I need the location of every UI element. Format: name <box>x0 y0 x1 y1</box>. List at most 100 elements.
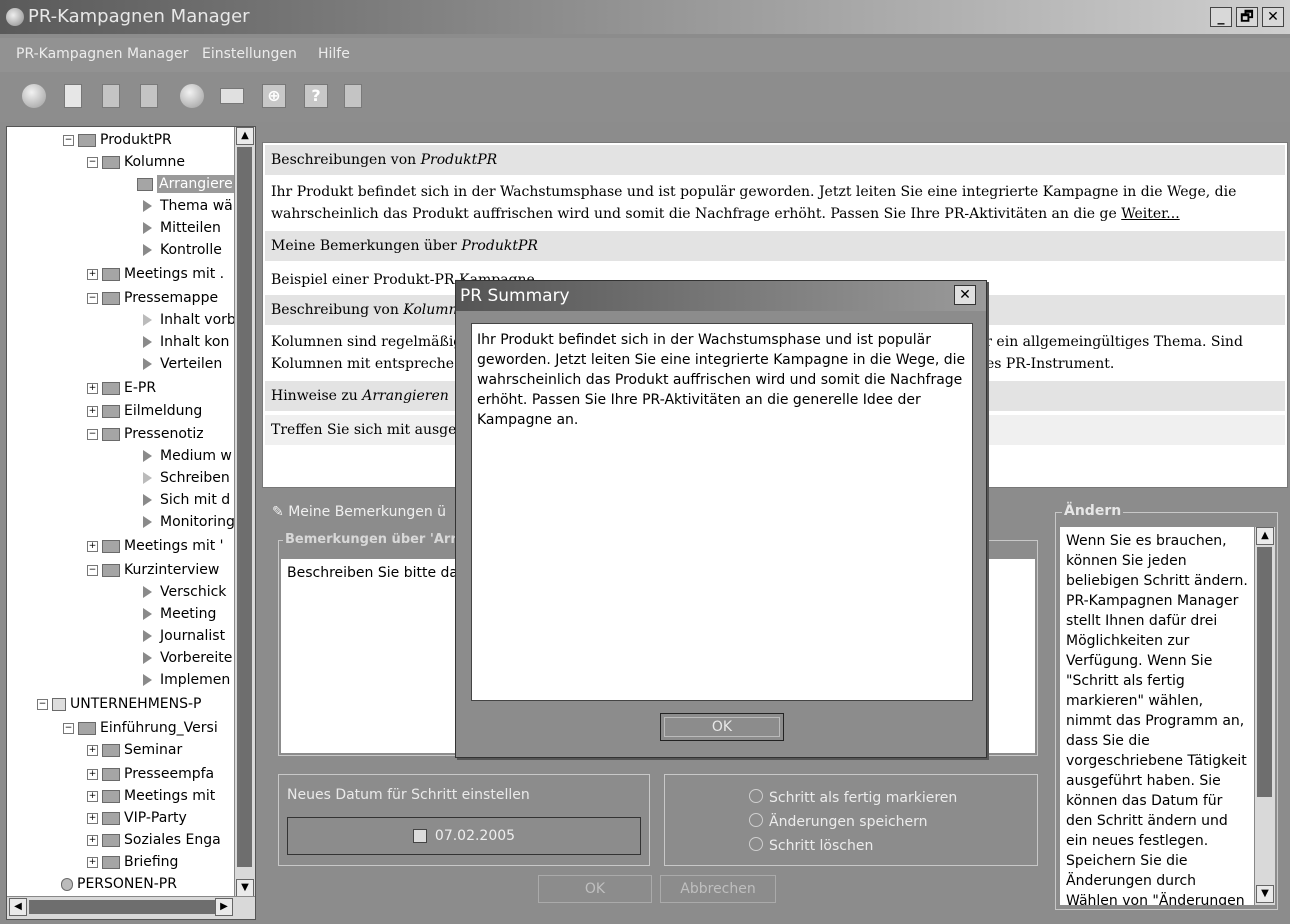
expand-icon[interactable]: + <box>87 382 98 394</box>
new-document-icon[interactable] <box>64 84 82 108</box>
close-button[interactable]: ✕ <box>1262 7 1284 27</box>
menu-pr-kampagnen-manager[interactable]: PR-Kampagnen Manager <box>16 46 188 62</box>
tree-node[interactable]: Inhalt kon <box>139 331 229 353</box>
tree-node-selected[interactable]: Arrangiere <box>137 173 235 195</box>
tree-node[interactable]: Meeting <box>139 603 216 625</box>
network-icon[interactable]: ⊕ <box>262 84 286 108</box>
tree-vertical-scrollbar[interactable]: ▲ ▼ <box>234 127 255 897</box>
folder-icon <box>102 767 120 781</box>
folder-icon <box>102 267 120 281</box>
expand-icon[interactable]: + <box>87 768 98 780</box>
tree-node[interactable]: Verschick <box>139 581 226 603</box>
collapse-icon[interactable]: − <box>87 428 98 440</box>
tree-node[interactable]: + Meetings mit <box>87 785 215 807</box>
tree-node[interactable]: Vorbereite <box>139 647 232 669</box>
pr-summary-dialog: PR Summary ✕ Ihr Produkt befindet sich i… <box>455 280 987 758</box>
tree-node[interactable]: Mitteilen <box>139 217 221 239</box>
radio-mark-done[interactable]: Schritt als fertig markieren <box>749 789 957 806</box>
menu-einstellungen[interactable]: Einstellungen <box>202 46 297 62</box>
step-icon <box>143 608 152 620</box>
date-picker-button[interactable]: 07.02.2005 <box>287 817 641 855</box>
tree-node[interactable]: − UNTERNEHMENS-P <box>37 693 201 715</box>
tree-node[interactable]: Implemen <box>139 669 230 691</box>
tree-node[interactable]: Inhalt vorb <box>139 309 236 331</box>
step-icon <box>143 450 152 462</box>
expand-icon[interactable]: + <box>87 834 98 846</box>
tree-node[interactable]: Sich mit d <box>139 489 230 511</box>
radio-delete-step[interactable]: Schritt löschen <box>749 837 873 854</box>
collapse-icon[interactable]: − <box>63 722 74 734</box>
scroll-thumb[interactable] <box>237 147 252 867</box>
scroll-right-button[interactable]: ▶ <box>215 898 233 916</box>
step-icon <box>143 222 152 234</box>
cancel-button[interactable]: Abbrechen <box>660 875 776 903</box>
tree-node[interactable]: + Presseempfa <box>87 763 214 785</box>
tree-node[interactable]: + Eilmeldung <box>87 400 202 422</box>
tree-node[interactable]: + Meetings mit . <box>87 263 224 285</box>
tree-node[interactable]: Kontrolle <box>139 239 222 261</box>
tree-node[interactable]: + Briefing <box>87 851 178 873</box>
expand-icon[interactable]: + <box>87 790 98 802</box>
minimize-button[interactable]: _ <box>1210 7 1232 27</box>
notes-header[interactable]: Meine Bemerkungen über ProduktPR <box>265 231 1285 261</box>
tree-node[interactable]: Journalist <box>139 625 225 647</box>
collapse-icon[interactable]: − <box>87 156 98 168</box>
tree-node[interactable]: − Kolumne <box>87 151 185 173</box>
collapse-icon[interactable]: − <box>37 698 48 710</box>
tree-node[interactable]: − Kurzinterview <box>87 559 219 581</box>
expand-icon[interactable]: + <box>87 744 98 756</box>
ok-button[interactable]: OK <box>538 875 652 903</box>
radio-save-changes[interactable]: Änderungen speichern <box>749 813 928 830</box>
expand-icon[interactable]: + <box>87 812 98 824</box>
expand-icon[interactable]: + <box>87 540 98 552</box>
collapse-icon[interactable]: − <box>87 564 98 576</box>
delete-document-icon[interactable] <box>140 84 158 108</box>
scroll-down-button[interactable]: ▼ <box>236 879 254 897</box>
check-icon <box>143 314 152 326</box>
copy-document-icon[interactable] <box>102 84 120 108</box>
scroll-up-button[interactable]: ▲ <box>1256 527 1274 545</box>
campaign-tree[interactable]: − ProduktPR − Kolumne Arrangiere Thema wä … <box>6 126 256 920</box>
tree-node[interactable]: + Seminar <box>87 739 182 761</box>
scroll-left-button[interactable]: ◀ <box>9 898 27 916</box>
scroll-up-button[interactable]: ▲ <box>236 127 254 145</box>
menu-hilfe[interactable]: Hilfe <box>318 46 350 62</box>
expand-icon[interactable]: + <box>87 405 98 417</box>
maximize-button[interactable]: 🗗 <box>1236 7 1258 27</box>
expand-icon[interactable]: + <box>87 268 98 280</box>
expand-icon[interactable]: + <box>87 856 98 868</box>
tree-horizontal-scrollbar[interactable]: ◀ ▶ <box>7 896 255 919</box>
weiter-link[interactable]: Weiter... <box>1121 206 1179 222</box>
tree-node[interactable]: Medium w <box>139 445 232 467</box>
scroll-down-button[interactable]: ▼ <box>1256 885 1274 903</box>
tree-node[interactable]: − Pressenotiz <box>87 423 204 445</box>
mail-icon[interactable] <box>220 88 244 104</box>
tree-node[interactable]: Monitoring <box>139 511 235 533</box>
tree-node[interactable]: − Einführung_Versi <box>63 717 218 739</box>
help-scrollbar[interactable]: ▲ ▼ <box>1254 527 1275 905</box>
tree-node[interactable]: + E-PR <box>87 377 156 399</box>
dialog-close-button[interactable]: ✕ <box>954 285 976 305</box>
disk-icon[interactable] <box>22 84 46 108</box>
tree-node[interactable]: + VIP-Party <box>87 807 187 829</box>
tree-node[interactable]: Verteilen <box>139 353 222 375</box>
edit-icon: ✎ <box>272 504 289 520</box>
collapse-icon[interactable]: − <box>63 134 74 146</box>
collapse-icon[interactable]: − <box>87 292 98 304</box>
help-icon[interactable]: ? <box>304 84 328 108</box>
tree-node[interactable]: Schreiben <box>139 467 230 489</box>
step-icon <box>143 652 152 664</box>
globe-icon[interactable] <box>180 84 204 108</box>
tree-node[interactable]: − Pressemappe <box>87 287 218 309</box>
scroll-thumb[interactable] <box>29 900 219 914</box>
tree-node[interactable]: PERSONEN-PR <box>61 873 177 895</box>
exit-icon[interactable] <box>344 84 362 108</box>
person-icon <box>61 877 73 891</box>
tree-node[interactable]: Thema wä <box>139 195 233 217</box>
scroll-thumb[interactable] <box>1257 547 1272 797</box>
tree-node[interactable]: + Meetings mit ' <box>87 535 224 557</box>
dialog-ok-button[interactable]: OK <box>660 713 784 741</box>
tree-node[interactable]: + Soziales Enga <box>87 829 221 851</box>
help-text: Wenn Sie es brauchen, können Sie jeden b… <box>1060 527 1254 905</box>
tree-node[interactable]: − ProduktPR <box>63 129 172 151</box>
